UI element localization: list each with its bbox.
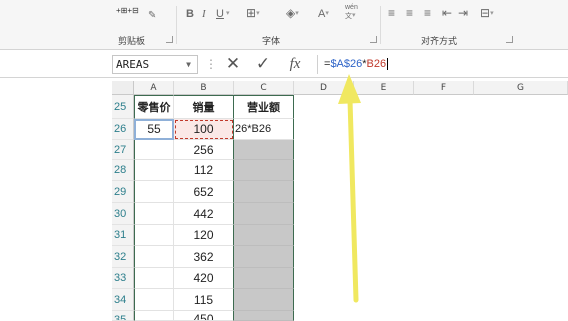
ribbon-separator	[176, 6, 177, 44]
text-cursor	[387, 58, 389, 71]
cell-a32[interactable]	[134, 246, 174, 268]
cell-b34[interactable]: 115	[174, 289, 234, 311]
cell-a33[interactable]	[134, 268, 174, 289]
phonetic-icon[interactable]: wén 文▾	[345, 4, 358, 21]
row-header-30[interactable]: 30	[112, 203, 134, 225]
cell-c25[interactable]: 营业额	[234, 95, 294, 119]
column-header-b[interactable]: B	[174, 81, 234, 95]
font-launcher-icon[interactable]	[370, 36, 377, 43]
cell-b28[interactable]: 112	[174, 160, 234, 181]
increase-indent-icon[interactable]: ⇥	[458, 7, 468, 19]
cell-c27[interactable]	[234, 140, 294, 160]
cell-a30[interactable]	[134, 203, 174, 225]
cell-a26[interactable]: 55	[134, 119, 174, 140]
phonetic-label: wén	[345, 4, 358, 11]
row-header-25[interactable]: 25	[112, 95, 134, 119]
cell-c34[interactable]	[234, 289, 294, 311]
cell-a34[interactable]	[134, 289, 174, 311]
align-left-icon[interactable]: ≡	[388, 7, 398, 19]
cell-c35[interactable]	[234, 311, 294, 321]
row-header-32[interactable]: 32	[112, 246, 134, 268]
border-icon[interactable]: ⊞▾	[246, 7, 260, 20]
annotation-arrow-icon	[338, 74, 361, 303]
name-box[interactable]: AREAS ▼	[112, 55, 198, 74]
column-header-g[interactable]: G	[474, 81, 568, 95]
ribbon-separator	[380, 6, 381, 44]
formula-rel-ref: B26	[366, 58, 387, 70]
drag-handle-icon[interactable]: ⋮	[205, 57, 217, 71]
font-group-label: 字体	[262, 37, 281, 47]
row-header-33[interactable]: 33	[112, 268, 134, 289]
format-painter-icon[interactable]: ✎	[148, 10, 156, 22]
clipboard-group-label: 剪贴板	[118, 37, 146, 47]
cell-c31[interactable]	[234, 225, 294, 246]
row-header-29[interactable]: 29	[112, 181, 134, 203]
row-header-35[interactable]: 35	[112, 311, 134, 321]
cell-b32[interactable]: 362	[174, 246, 234, 268]
cell-b35[interactable]: 450	[174, 311, 234, 321]
underline-dropdown-icon[interactable]: ▾	[226, 8, 230, 20]
column-header-c[interactable]: C	[234, 81, 294, 95]
column-header-f[interactable]: F	[414, 81, 474, 95]
arrow-head	[338, 74, 361, 104]
cell-a25[interactable]: 零售价	[134, 95, 174, 119]
alignment-launcher-icon[interactable]	[506, 36, 513, 43]
select-all-corner[interactable]	[112, 81, 134, 95]
italic-button[interactable]: I	[202, 8, 206, 20]
clipboard-launcher-icon[interactable]	[166, 36, 173, 43]
cell-b31[interactable]: 120	[174, 225, 234, 246]
cell-b25[interactable]: 销量	[174, 95, 234, 119]
formula-bar: AREAS ▼ ⋮ ✕ ✓ fx =$A$26*B26	[0, 51, 568, 78]
font-color-button[interactable]: A▾	[318, 8, 329, 20]
underline-button[interactable]: U	[216, 8, 224, 20]
merge-center-icon[interactable]: ⊟▾	[480, 7, 494, 20]
cell-c26[interactable]: 26*B26	[234, 119, 294, 140]
row-header-28[interactable]: 28	[112, 160, 134, 181]
cell-b33[interactable]: 420	[174, 268, 234, 289]
enter-button[interactable]: ✓	[252, 53, 274, 75]
cell-c29[interactable]	[234, 181, 294, 203]
formula-abs-ref: $A$26	[330, 58, 363, 70]
name-box-dropdown-icon[interactable]: ▼	[186, 56, 191, 73]
cell-c33[interactable]	[234, 268, 294, 289]
row-header-27[interactable]: 27	[112, 140, 134, 160]
row-header-31[interactable]: 31	[112, 225, 134, 246]
cell-a35[interactable]	[134, 311, 174, 321]
cell-a31[interactable]	[134, 225, 174, 246]
ribbon: +⊞+⊟ ✎ 剪贴板 B I U ▾ ⊞▾ ◈▾ A▾ wén 文▾ 字体 ≡ ≡…	[0, 0, 568, 50]
insert-function-button[interactable]: fx	[284, 53, 306, 75]
row-header-26[interactable]: 26	[112, 119, 134, 140]
paste-icon[interactable]: +⊞+⊟	[116, 5, 139, 17]
row-header-34[interactable]: 34	[112, 289, 134, 311]
fill-color-icon[interactable]: ◈▾	[286, 7, 299, 20]
cell-b30[interactable]: 442	[174, 203, 234, 225]
cell-a29[interactable]	[134, 181, 174, 203]
name-box-value: AREAS	[116, 58, 150, 71]
arrow-shaft	[347, 97, 359, 303]
decrease-indent-icon[interactable]: ⇤	[442, 7, 452, 19]
align-right-icon[interactable]: ≡	[424, 7, 431, 19]
cell-c32[interactable]	[234, 246, 294, 268]
cell-b26[interactable]: 100	[174, 119, 234, 140]
bold-button[interactable]: B	[186, 8, 194, 20]
cancel-button[interactable]: ✕	[222, 53, 244, 75]
cell-c30[interactable]	[234, 203, 294, 225]
align-center-icon[interactable]: ≡	[406, 7, 413, 19]
cell-b27[interactable]: 256	[174, 140, 234, 160]
cell-a27[interactable]	[134, 140, 174, 160]
cell-c28[interactable]	[234, 160, 294, 181]
column-header-a[interactable]: A	[134, 81, 174, 95]
alignment-group-label: 对齐方式	[421, 37, 458, 47]
cell-b29[interactable]: 652	[174, 181, 234, 203]
cell-a28[interactable]	[134, 160, 174, 181]
